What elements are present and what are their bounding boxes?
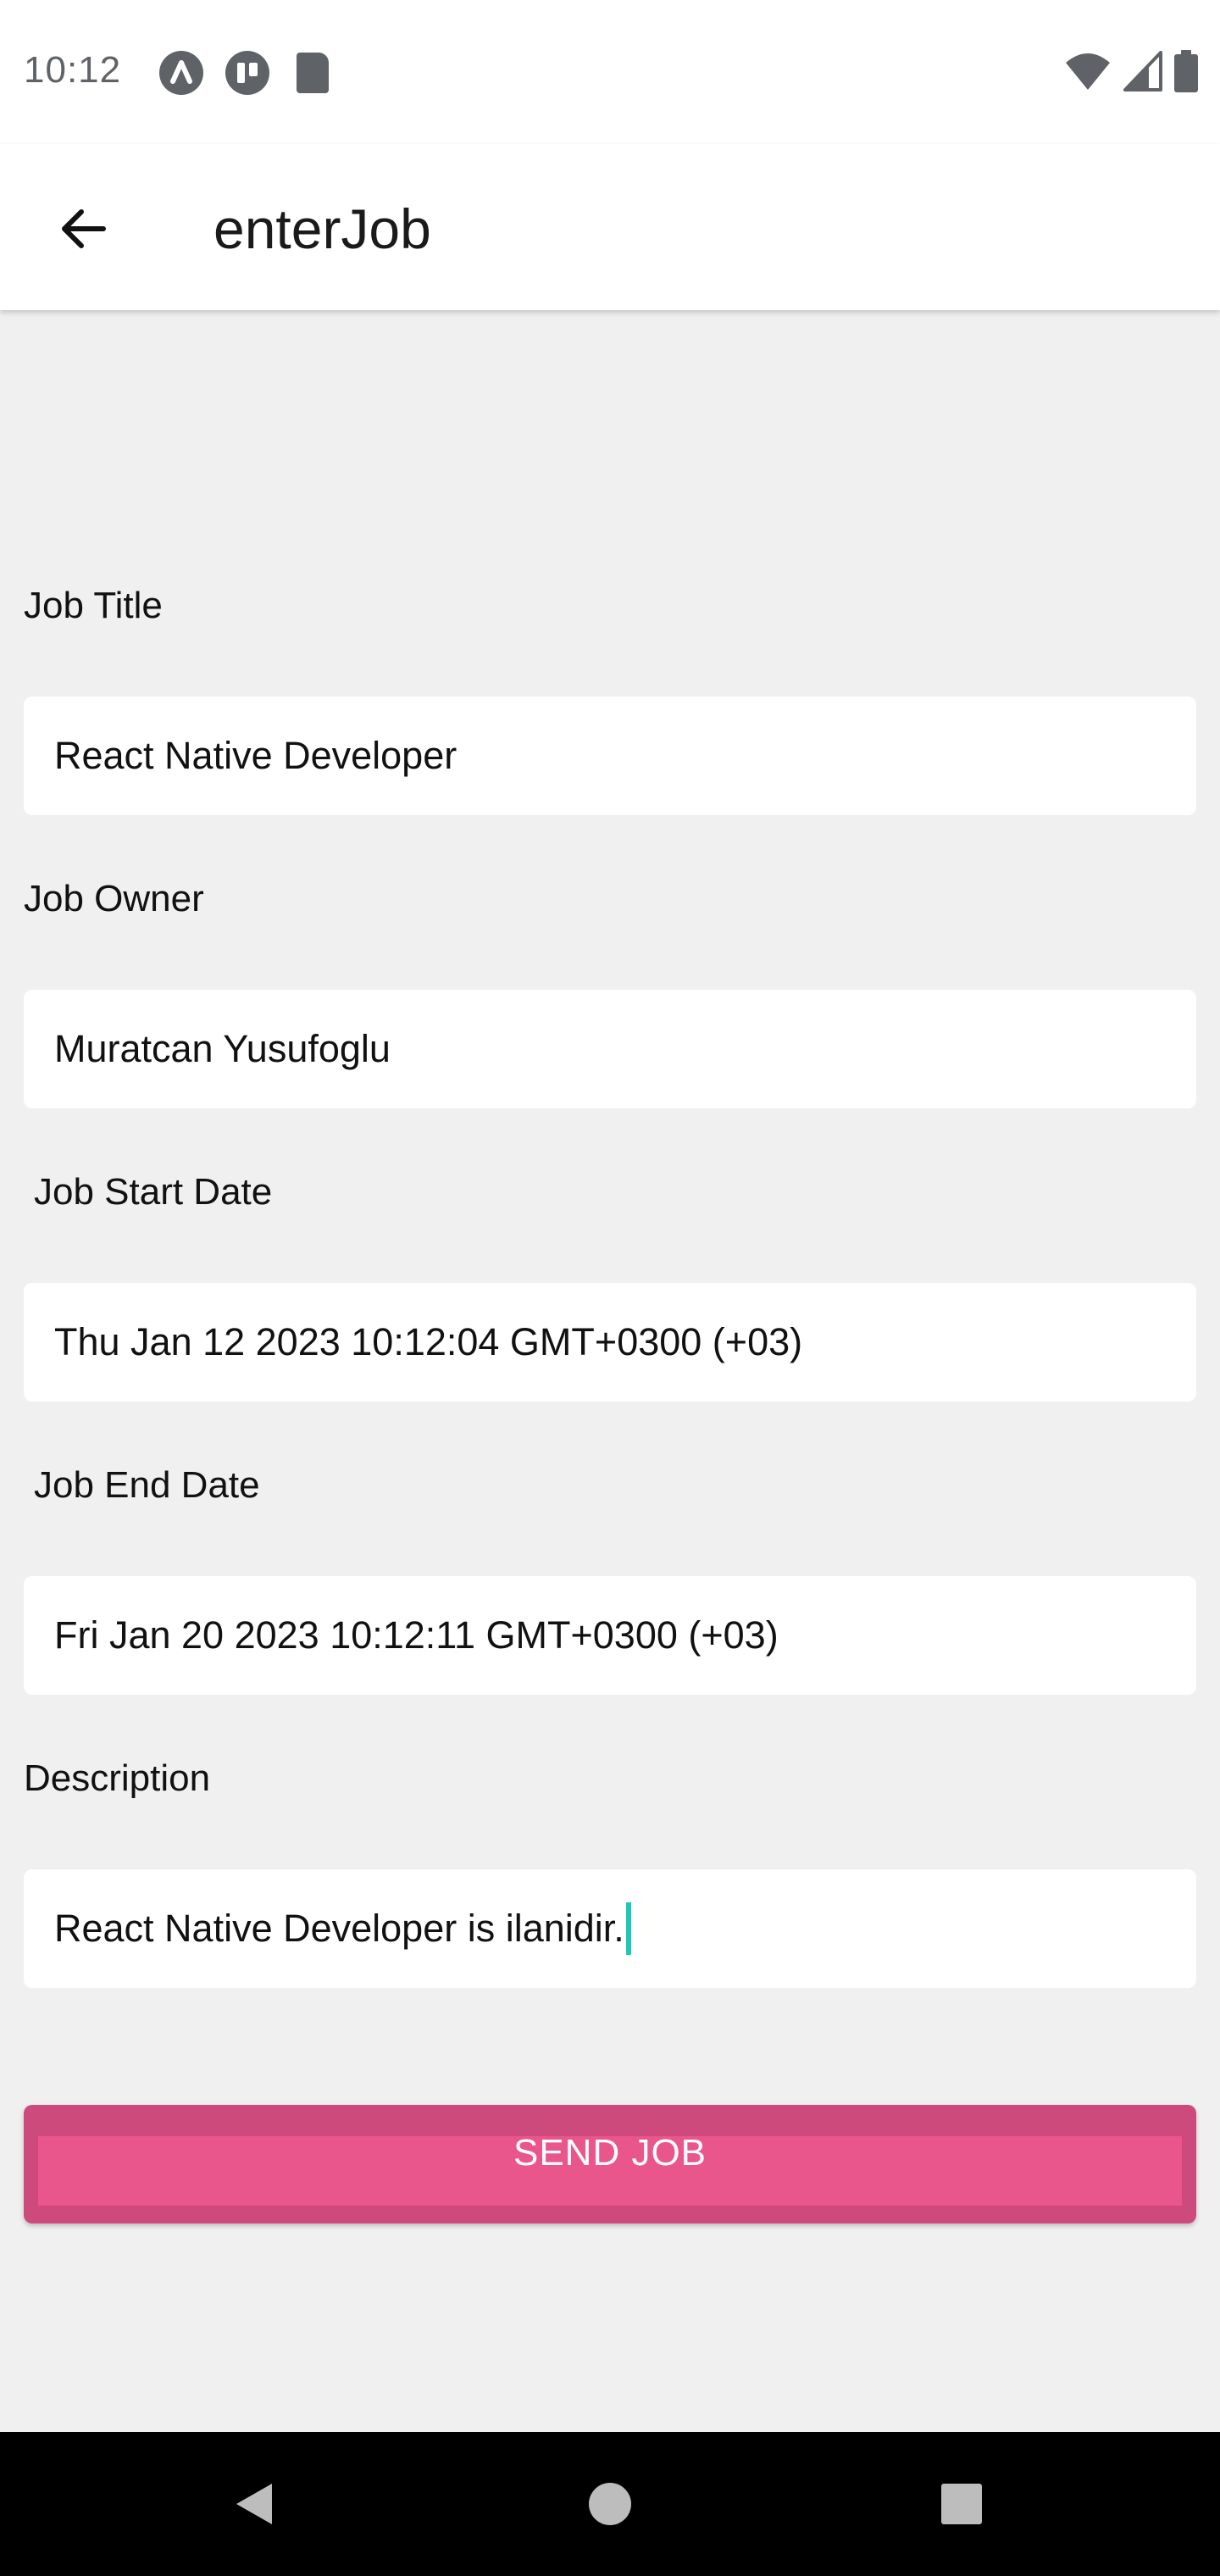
start-date-field[interactable] <box>24 1283 1196 1402</box>
back-button[interactable] <box>41 186 125 271</box>
arrow-left-icon <box>62 209 106 248</box>
battery-icon <box>1174 49 1198 97</box>
send-job-button[interactable]: SEND JOB <box>24 2105 1196 2223</box>
nav-recents-button[interactable] <box>923 2466 1000 2542</box>
app-icon <box>225 51 269 95</box>
status-bar: 10:12 <box>0 0 1220 144</box>
job-owner-input[interactable] <box>54 1027 1196 1071</box>
wifi-icon <box>1064 51 1112 96</box>
status-time: 10:12 <box>24 49 122 91</box>
description-label: Description <box>24 1757 211 1799</box>
start-date-input[interactable] <box>54 1320 1196 1364</box>
job-owner-label: Job Owner <box>24 878 204 919</box>
app-bar: enterJob <box>0 144 1220 310</box>
square-recents-icon <box>941 2484 982 2524</box>
nav-back-button[interactable] <box>217 2466 293 2542</box>
triangle-back-icon <box>236 2484 272 2524</box>
circle-home-icon <box>589 2483 631 2525</box>
description-field[interactable]: React Native Developer is ilanidir. <box>24 1869 1196 1988</box>
text-cursor <box>625 1902 631 1955</box>
status-indicators <box>1064 49 1198 97</box>
arc-icon <box>159 51 203 95</box>
sd-card-icon <box>297 53 329 93</box>
end-date-input[interactable] <box>54 1613 1196 1657</box>
start-date-label: Job Start Date <box>34 1171 273 1213</box>
navigation-bar <box>0 2432 1220 2576</box>
nav-home-button[interactable] <box>572 2466 648 2542</box>
signal-icon <box>1123 50 1162 96</box>
page-title: enterJob <box>214 197 431 260</box>
end-date-field[interactable] <box>24 1576 1196 1695</box>
job-title-label: Job Title <box>24 585 163 626</box>
description-input[interactable]: React Native Developer is ilanidir. <box>54 1907 624 1951</box>
send-job-label: SEND JOB <box>513 2132 707 2174</box>
end-date-label: Job End Date <box>34 1464 260 1506</box>
job-title-field[interactable] <box>24 697 1196 815</box>
job-title-input[interactable] <box>54 734 1196 778</box>
job-owner-field[interactable] <box>24 990 1196 1108</box>
